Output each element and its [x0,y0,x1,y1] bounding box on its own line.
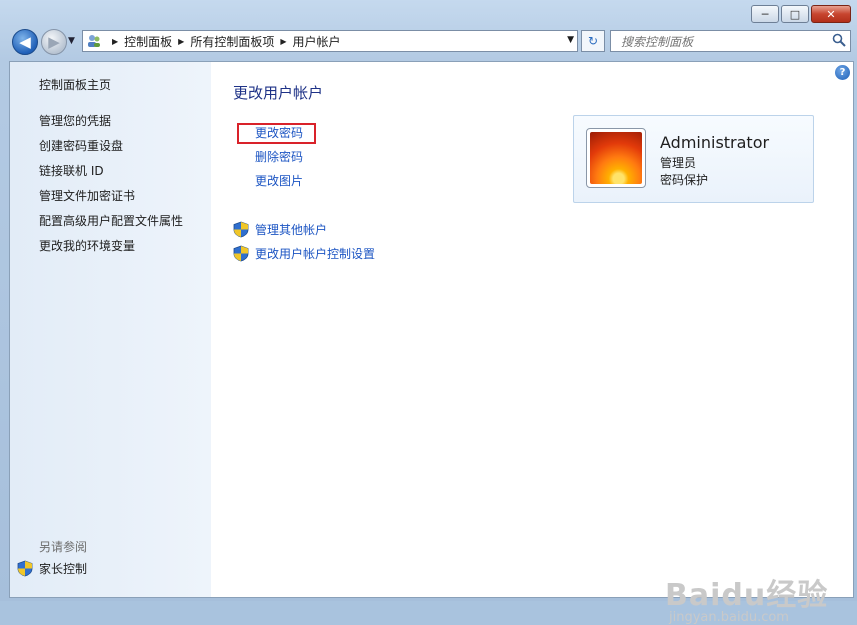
breadcrumb-user-accounts[interactable]: 用户帐户 [293,33,341,50]
search-input[interactable] [619,32,833,52]
sidebar-item-profile-properties[interactable]: 配置高级用户配置文件属性 [39,212,183,229]
uac-settings-link[interactable]: 更改用户帐户控制设置 [233,245,375,262]
maximize-button[interactable]: □ [781,5,809,23]
see-also-heading: 另请参阅 [39,540,88,554]
highlight-box [237,123,316,144]
address-bar[interactable]: ▶ 控制面板 ▶ 所有控制面板项 ▶ 用户帐户 ▼ [82,30,578,52]
breadcrumb-all-items[interactable]: 所有控制面板项 [190,33,274,50]
search-box[interactable] [610,30,851,52]
flower-picture [590,132,642,184]
back-button[interactable]: ◀ [12,29,38,55]
sidebar-item-credentials[interactable]: 管理您的凭据 [39,112,111,129]
user-password-status: 密码保护 [660,173,709,187]
chevron-right-icon[interactable]: ▶ [280,37,286,46]
uac-settings-label: 更改用户帐户控制设置 [255,247,376,261]
users-icon [88,35,100,47]
content-area: 控制面板主页 管理您的凭据 创建密码重设盘 链接联机 ID 管理文件加密证书 配… [9,61,854,625]
page-title: 更改用户帐户 [233,84,324,102]
sidebar-item-reset-disk[interactable]: 创建密码重设盘 [39,137,123,154]
sidebar-item-online-id[interactable]: 链接联机 ID [39,162,104,179]
address-dropdown-icon[interactable]: ▼ [567,35,574,45]
manage-other-accounts-link[interactable]: 管理其他帐户 [233,221,327,238]
shield-icon [233,221,249,238]
refresh-button[interactable]: ↻ [581,30,605,52]
parental-controls-label: 家长控制 [39,562,88,576]
manage-other-accounts-label: 管理其他帐户 [255,223,328,237]
shield-icon [233,245,249,262]
window-frame: ─ □ ✕ ◀ ▶ ▼ ▶ 控制面板 ▶ 所有控制面板项 ▶ 用户帐户 ▼ ↻ [0,0,857,625]
sidebar-item-home[interactable]: 控制面板主页 [39,76,111,93]
forward-button[interactable]: ▶ [41,29,67,55]
breadcrumb: ▶ 控制面板 ▶ 所有控制面板项 ▶ 用户帐户 [106,33,341,50]
chevron-right-icon: ▶ [112,36,119,46]
close-button[interactable]: ✕ [811,5,851,23]
change-picture-link[interactable]: 更改图片 [255,172,303,189]
user-card: Administrator 管理员 密码保护 [573,115,814,203]
window-controls: ─ □ ✕ [751,5,851,23]
watermark-logo: Baidu经验 [665,578,829,613]
user-role: 管理员 [660,156,697,170]
breadcrumb-control-panel[interactable]: 控制面板 [124,33,172,50]
sidebar-item-parental-controls[interactable]: 家长控制 [17,560,87,577]
navigation-bar: ◀ ▶ ▼ ▶ 控制面板 ▶ 所有控制面板项 ▶ 用户帐户 ▼ ↻ [8,28,851,56]
search-icon[interactable] [832,33,846,47]
avatar[interactable] [586,128,646,188]
chevron-right-icon[interactable]: ▶ [178,37,184,46]
help-icon[interactable]: ? [835,65,850,80]
user-name: Administrator [660,133,770,152]
sidebar-item-encryption-certs[interactable]: 管理文件加密证书 [39,187,135,204]
minimize-button[interactable]: ─ [751,5,779,23]
remove-password-link[interactable]: 删除密码 [255,148,303,165]
watermark: Baidu经验 jingyan.baidu.com [665,570,828,625]
sidebar-item-env-variables[interactable]: 更改我的环境变量 [39,237,135,254]
shield-icon [17,560,33,577]
sidebar: 控制面板主页 管理您的凭据 创建密码重设盘 链接联机 ID 管理文件加密证书 配… [10,62,211,597]
recent-pages-dropdown[interactable]: ▼ [68,36,75,46]
